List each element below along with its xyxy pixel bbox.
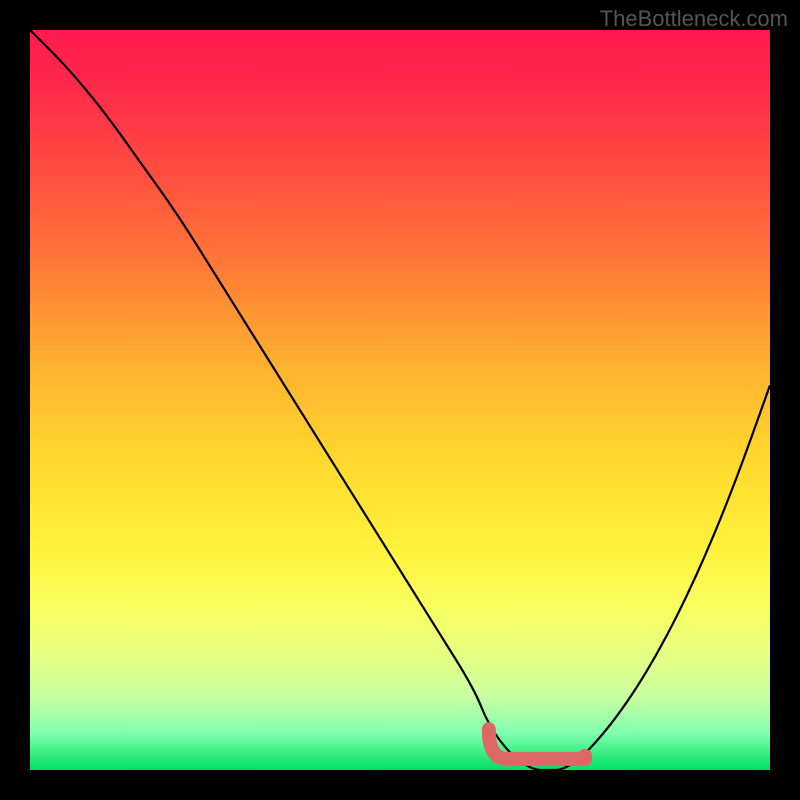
plot-area — [30, 30, 770, 770]
curve-layer — [30, 30, 770, 770]
attribution-text: TheBottleneck.com — [600, 6, 788, 32]
optimal-end-dot — [578, 749, 592, 763]
bottleneck-curve — [30, 30, 770, 770]
